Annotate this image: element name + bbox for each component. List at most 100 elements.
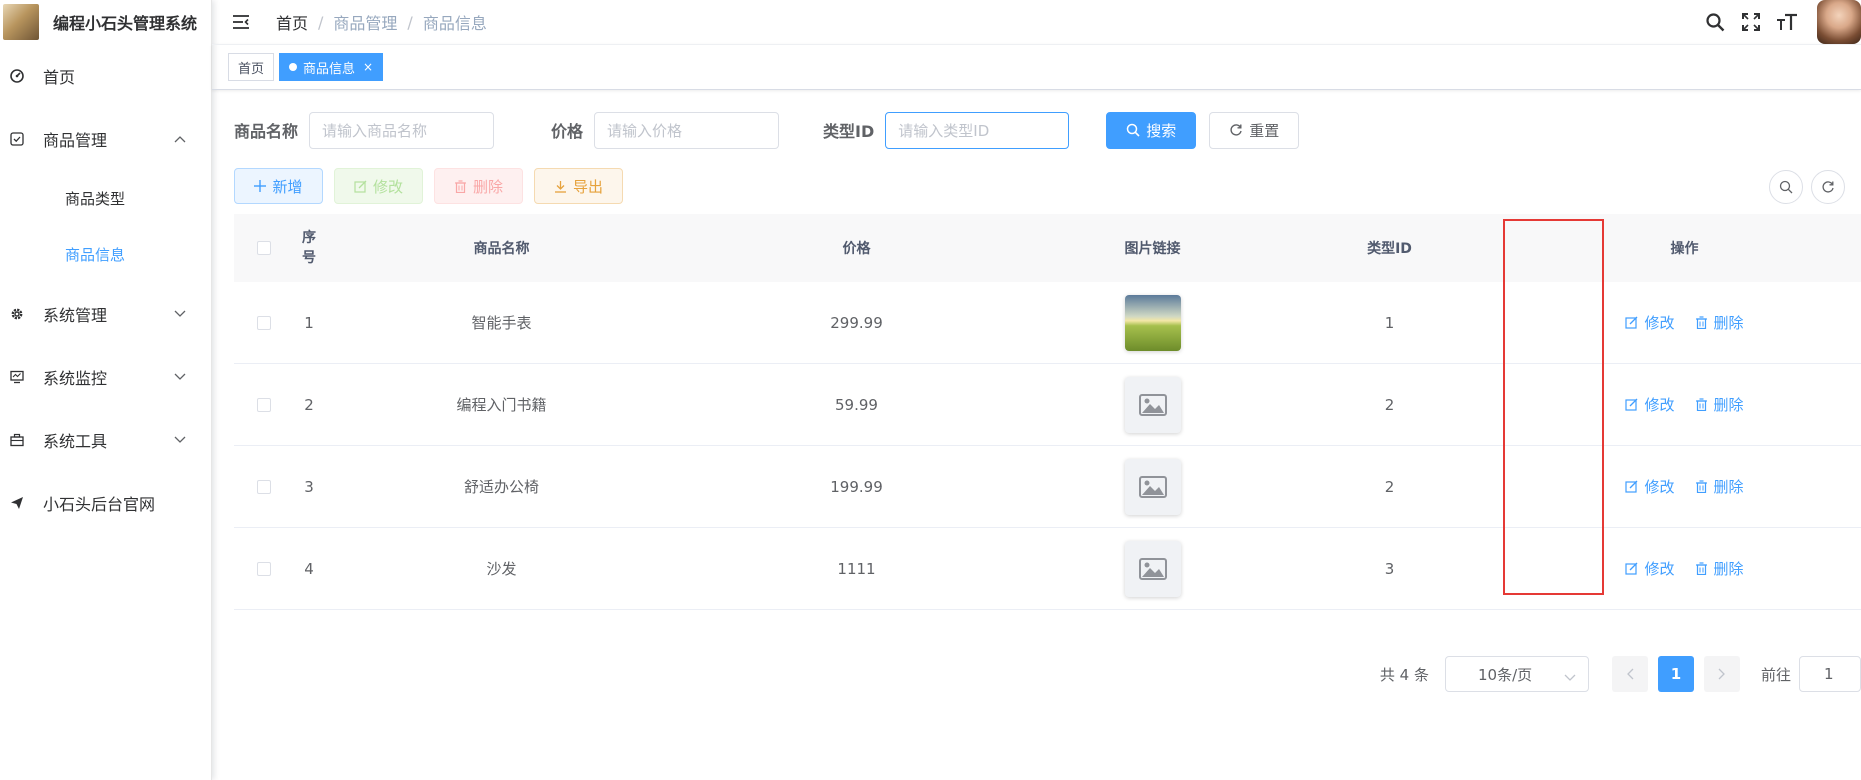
chevron-down-icon xyxy=(173,370,187,384)
tag-home[interactable]: 首页 xyxy=(228,53,275,81)
action-toolbar: 新增 修改 删除 导出 xyxy=(234,168,634,204)
row-name: 舒适办公椅 xyxy=(463,478,539,496)
export-button[interactable]: 导出 xyxy=(534,168,623,204)
product-table: 序号 商品名称 价格 图片链接 类型ID 操作 1 智能手表 299.99 1 … xyxy=(234,214,1861,610)
sidebar-item-home[interactable]: 首页 xyxy=(0,44,211,107)
row-image-cell xyxy=(1034,528,1271,609)
row-checkbox[interactable] xyxy=(257,315,271,330)
table-row[interactable]: 2 编程入门书籍 59.99 2 修改 删除 xyxy=(234,364,1861,446)
refresh-icon xyxy=(1821,180,1835,194)
row-delete-link[interactable]: 删除 xyxy=(1695,558,1744,579)
column-header-index: 序号 xyxy=(294,214,324,282)
toggle-search-button[interactable] xyxy=(1769,170,1803,204)
row-delete-link[interactable]: 删除 xyxy=(1695,394,1744,415)
chevron-down-icon xyxy=(1564,668,1576,686)
product-thumbnail[interactable] xyxy=(1124,540,1181,597)
row-checkbox[interactable] xyxy=(257,561,271,576)
edit-icon xyxy=(354,180,367,193)
search-icon[interactable] xyxy=(1703,10,1727,34)
row-image-cell xyxy=(1034,282,1271,363)
page-number-button[interactable]: 1 xyxy=(1657,656,1694,692)
row-name: 沙发 xyxy=(486,560,517,578)
row-type-id: 2 xyxy=(1384,477,1395,496)
edit-link-label: 修改 xyxy=(1644,314,1675,332)
price-input[interactable]: 请输入价格 xyxy=(594,111,780,149)
active-dot-icon xyxy=(289,63,298,71)
breadcrumb-item[interactable]: 首页 xyxy=(276,10,308,34)
product-thumbnail[interactable] xyxy=(1124,294,1181,351)
gear-icon xyxy=(9,306,25,322)
row-checkbox[interactable] xyxy=(257,397,271,412)
select-all-checkbox[interactable] xyxy=(257,241,271,255)
font-size-icon[interactable] xyxy=(1775,10,1799,34)
add-button-label: 新增 xyxy=(272,177,303,196)
row-select-cell xyxy=(234,528,294,609)
logo-area[interactable]: 编程小石头管理系统 xyxy=(0,0,211,44)
type-id-label: 类型ID xyxy=(823,122,875,141)
row-checkbox[interactable] xyxy=(257,479,271,494)
sidebar-item-system-monitor[interactable]: 系统监控 xyxy=(0,345,211,408)
row-price: 199.99 xyxy=(830,477,883,496)
row-delete-link[interactable]: 删除 xyxy=(1695,312,1744,333)
sidebar-item-label: 系统监控 xyxy=(43,368,108,388)
chevron-right-icon xyxy=(1718,668,1726,680)
plus-icon xyxy=(254,180,267,192)
hamburger-icon[interactable] xyxy=(230,11,252,33)
edit-button[interactable]: 修改 xyxy=(334,168,423,204)
row-actions: 修改 删除 xyxy=(1508,364,1861,445)
row-edit-link[interactable]: 修改 xyxy=(1625,476,1675,497)
search-icon xyxy=(1126,123,1140,137)
send-icon xyxy=(9,495,25,511)
column-header-image: 图片链接 xyxy=(1124,241,1181,257)
image-placeholder-icon xyxy=(1138,475,1167,498)
delete-button[interactable]: 删除 xyxy=(434,168,523,204)
edit-icon xyxy=(1625,398,1638,411)
row-edit-link[interactable]: 修改 xyxy=(1625,312,1675,333)
checkbox-icon xyxy=(9,131,25,147)
price-label: 价格 xyxy=(551,122,584,141)
table-row[interactable]: 4 沙发 1111 3 修改 删除 xyxy=(234,528,1861,610)
row-edit-link[interactable]: 修改 xyxy=(1625,394,1675,415)
product-name-input[interactable]: 请输入商品名称 xyxy=(309,111,495,149)
prev-page-button[interactable] xyxy=(1611,656,1648,692)
sidebar-item-system-tools[interactable]: 系统工具 xyxy=(0,408,211,471)
row-actions: 修改 删除 xyxy=(1508,446,1861,527)
table-row[interactable]: 1 智能手表 299.99 1 修改 删除 xyxy=(234,282,1861,364)
breadcrumb-separator: / xyxy=(318,12,324,32)
sidebar-item-product-management[interactable]: 商品管理 xyxy=(0,107,211,170)
trash-icon xyxy=(1695,316,1708,329)
sidebar-item-label: 小石头后台官网 xyxy=(43,494,156,514)
type-id-input[interactable]: 请输入类型ID xyxy=(885,111,1070,149)
goto-page-input[interactable]: 1 xyxy=(1799,656,1861,692)
refresh-table-button[interactable] xyxy=(1811,170,1845,204)
tags-view: 首页 商品信息 × xyxy=(212,44,1861,90)
sidebar-item-system-management[interactable]: 系统管理 xyxy=(0,282,211,345)
edit-link-label: 修改 xyxy=(1644,478,1675,496)
next-page-button[interactable] xyxy=(1703,656,1740,692)
row-delete-link[interactable]: 删除 xyxy=(1695,476,1744,497)
row-index: 2 xyxy=(304,395,314,414)
sidebar-item-official-site[interactable]: 小石头后台官网 xyxy=(0,471,211,534)
index-header-label: 序号 xyxy=(302,230,316,266)
chevron-down-icon xyxy=(173,307,187,321)
product-thumbnail[interactable] xyxy=(1124,376,1181,433)
page-size-select[interactable]: 10条/页 xyxy=(1444,656,1589,692)
row-edit-link[interactable]: 修改 xyxy=(1625,558,1675,579)
breadcrumb-separator: / xyxy=(407,12,413,32)
fullscreen-icon[interactable] xyxy=(1739,10,1763,34)
tag-product-info[interactable]: 商品信息 × xyxy=(279,53,384,81)
chevron-left-icon xyxy=(1626,668,1634,680)
product-thumbnail[interactable] xyxy=(1124,458,1181,515)
app-title: 编程小石头管理系统 xyxy=(53,14,198,33)
trash-icon xyxy=(1695,562,1708,575)
search-button[interactable]: 搜索 xyxy=(1106,111,1197,149)
close-icon[interactable]: × xyxy=(363,60,373,74)
image-placeholder-icon xyxy=(1138,557,1167,580)
table-tools xyxy=(1761,170,1845,204)
sidebar-subitem-product-type[interactable]: 商品类型 xyxy=(0,170,211,226)
add-button[interactable]: 新增 xyxy=(234,168,323,204)
reset-button[interactable]: 重置 xyxy=(1209,111,1300,149)
sidebar-subitem-product-info[interactable]: 商品信息 xyxy=(0,226,211,282)
avatar[interactable] xyxy=(1817,0,1861,44)
table-row[interactable]: 3 舒适办公椅 199.99 2 修改 删除 xyxy=(234,446,1861,528)
